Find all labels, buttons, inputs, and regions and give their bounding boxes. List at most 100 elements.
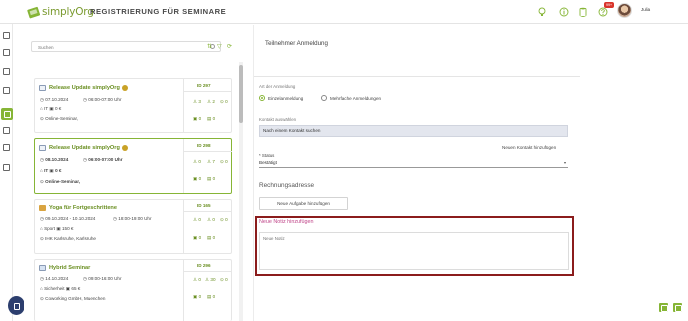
seminar-time: ◷ 06:00-07:00 Uhr (83, 157, 123, 162)
laptop-icon (39, 145, 46, 151)
seminar-date: ◷ 14.10.2024 (40, 276, 69, 281)
seminar-title: Release Update simplyOrg (49, 85, 120, 91)
stat-tasks: ▣ 0 (193, 116, 202, 121)
clipboard-icon[interactable] (578, 7, 588, 17)
nav-building-icon[interactable] (3, 68, 10, 75)
stat-cancelled: ⊙ 0 (220, 159, 228, 164)
contact-search-text[interactable]: Nach einem Kontakt suchen (263, 128, 320, 133)
radio-multi-label[interactable]: Mehrfache Anmeldungen (330, 96, 381, 101)
status-select[interactable]: Bestätigt ▾ (259, 158, 568, 168)
new-contact-link[interactable]: Neuen Kontakt hinzufügen (502, 145, 556, 150)
nav-book-icon[interactable] (3, 49, 10, 56)
radio-single-label[interactable]: Einzelanmeldung (268, 96, 303, 101)
person-icon (39, 205, 46, 211)
seminar-date: ◷ 09.10.2024 - 10.10.2024 (40, 216, 96, 221)
seminar-title: Release Update simplyOrg (49, 145, 120, 151)
stat-registered: ♙ 3 (193, 99, 201, 104)
seminar-card[interactable]: Release Update simplyOrg ◷ 07.10.2024 ◷ … (34, 78, 232, 133)
logo-mark-icon (27, 6, 41, 19)
help-icon[interactable] (598, 7, 608, 17)
seminar-time: ◷ 06:00-07:00 Uhr (83, 97, 122, 102)
stat-registered: ♙ 0 (193, 217, 201, 222)
nav-dashboard-icon[interactable] (3, 32, 10, 39)
logo-text: simplyOrg (42, 6, 94, 18)
stat-waiting: ♙ 30 (205, 277, 216, 282)
seminar-card-selected[interactable]: Release Update simplyOrg ◷ 08.10.2024 ◷ … (34, 138, 232, 194)
stat-registered: ♙ 0 (193, 159, 201, 164)
seminar-id: ID 165 (197, 203, 211, 208)
save-icon[interactable] (659, 303, 668, 312)
seminar-time: ◷ 09:00-16:00 Uhr (83, 276, 122, 281)
stat-tasks: ▣ 0 (193, 176, 202, 181)
seminar-location: ⊙ Online-Seminar, (40, 116, 79, 121)
radio-multi-registration[interactable] (321, 95, 327, 101)
user-name[interactable]: Julia (641, 7, 650, 12)
stat-tasks: ▣ 0 (193, 235, 202, 240)
contact-label: Kontakt auswählen (259, 117, 297, 122)
top-header: simplyOrg REGISTRIERUNG FÜR SEMINARE 99+… (0, 0, 688, 24)
chat-launcher-icon[interactable] (8, 296, 25, 315)
seminar-category: ⌂ IT ▣ 0 € (40, 106, 62, 111)
save-and-close-icon[interactable] (673, 303, 682, 312)
seminar-location: ⊙ Coworking GmbH, Muenchen (40, 296, 106, 301)
nav-support-icon[interactable] (3, 164, 10, 171)
billing-address-heading: Rechnungsadresse (259, 182, 315, 189)
sort-icon[interactable]: ⇅ (207, 43, 212, 50)
hybrid-icon (39, 265, 46, 271)
lightbulb-icon[interactable] (537, 7, 547, 17)
divider (254, 76, 580, 77)
seminar-id: ID 298 (197, 143, 211, 148)
seminar-title: Yoga für Fortgeschrittene (49, 205, 117, 211)
seminar-date: ◷ 07.10.2024 (40, 97, 69, 102)
seminar-card[interactable]: Yoga für Fortgeschrittene ◷ 09.10.2024 -… (34, 199, 232, 254)
award-icon (122, 85, 128, 91)
stat-waiting: ♙ 2 (207, 99, 215, 104)
seminar-id: ID 296 (197, 263, 211, 268)
search-field[interactable] (31, 41, 221, 52)
seminar-location: ⊙ IHK Karlsruhe, Karlsruhe (40, 236, 96, 241)
page-title: REGISTRIERUNG FÜR SEMINARE (90, 7, 227, 16)
simplyorg-logo[interactable]: simplyOrg (27, 4, 94, 20)
registration-form-panel: Teilnehmer Anmeldung Art der Anmeldung E… (253, 25, 688, 321)
stat-documents: ▤ 0 (207, 176, 216, 181)
stat-cancelled: ⊙ 0 (220, 277, 228, 282)
new-note-heading: Neue Notiz hinzufügen (259, 219, 314, 225)
stat-cancelled: ⊙ 0 (220, 217, 228, 222)
seminar-location: ⊙ Online-Seminar, (40, 179, 81, 184)
radio-single-registration[interactable] (259, 95, 265, 101)
nav-calendar-icon[interactable] (3, 87, 10, 94)
nav-megaphone-icon[interactable] (3, 127, 10, 134)
nav-cart-icon[interactable] (3, 144, 10, 151)
left-navigation (0, 24, 13, 321)
stat-waiting: ♙ 7 (207, 159, 215, 164)
add-task-button[interactable]: Neue Aufgabe hinzufügen (259, 197, 348, 210)
user-avatar[interactable] (617, 3, 632, 18)
registration-type-label: Art der Anmeldung (259, 84, 296, 89)
stat-documents: ▤ 0 (207, 294, 216, 299)
seminar-date: ◷ 08.10.2024 (40, 157, 69, 162)
seminar-category: ⌂ Sicherheit ▣ 65 € (40, 286, 81, 291)
form-title: Teilnehmer Anmeldung (265, 40, 328, 47)
seminar-category: ⌂ IT ▣ 0 € (40, 168, 62, 173)
stat-registered: ♙ 0 (193, 277, 201, 282)
seminar-time: ◷ 18:00-19:00 Uhr (113, 216, 152, 221)
seminar-category: ⌂ Sport ▣ 150 € (40, 226, 74, 231)
search-input[interactable] (38, 43, 198, 51)
stat-waiting: ♙ 0 (207, 217, 215, 222)
stat-documents: ▤ 0 (207, 116, 216, 121)
contact-search-field[interactable]: Nach einem Kontakt suchen (259, 125, 568, 137)
seminar-title: Hybrid Seminar (49, 265, 91, 271)
stat-cancelled: ⊙ 0 (220, 99, 228, 104)
seminar-id: ID 297 (197, 83, 211, 88)
laptop-icon (39, 85, 46, 91)
chevron-down-icon: ▾ (563, 160, 566, 165)
status-value: Bestätigt (259, 160, 277, 165)
seminar-card[interactable]: Hybrid Seminar ◷ 14.10.2024 ◷ 09:00-16:0… (34, 259, 232, 321)
filter-icon[interactable]: ▽ (217, 43, 222, 50)
nav-seminars-icon[interactable] (1, 108, 13, 120)
stat-tasks: ▣ 0 (193, 294, 202, 299)
note-textarea[interactable] (259, 232, 569, 270)
list-scrollbar-thumb[interactable] (239, 65, 243, 123)
info-icon[interactable] (559, 7, 569, 17)
refresh-icon[interactable]: ⟳ (227, 43, 232, 50)
